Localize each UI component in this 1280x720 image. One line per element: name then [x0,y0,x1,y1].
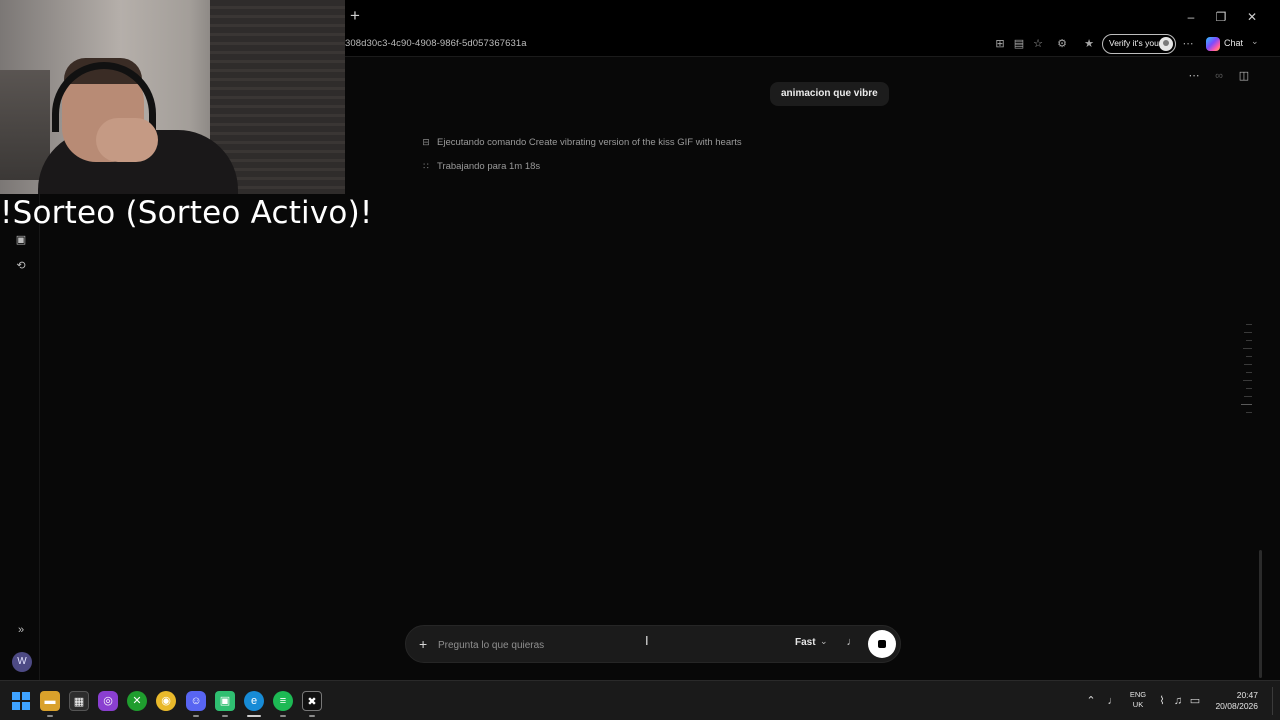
step-row: ⊟ Ejecutando comando Create vibrating ver… [421,137,742,151]
language-indicator[interactable]: ENG UK [1128,690,1148,710]
model-mode-selector[interactable]: Fast [795,637,816,648]
new-tab-button[interactable]: + [346,7,364,26]
close-button[interactable]: ✕ [1243,8,1261,26]
restore-button[interactable]: ❐ [1212,8,1230,26]
page-scrollbar[interactable] [1259,550,1262,678]
url-text[interactable]: 308d30c3-4c90-4908-986f-5d057367631a [345,38,527,49]
history-icon[interactable]: ⟲ [12,258,30,274]
clock-time: 20:47 [1236,690,1258,700]
chrome-icon[interactable]: ◉ [156,691,176,711]
windows-taskbar: ▬ ▦ ◎ ✕ ◉ ☺ ▣ e ≡ ✖ ⌃ ♩ ENG UK ⌇ ♫ ▭ 20:… [0,680,1280,720]
xbox-icon[interactable]: ✕ [127,691,147,711]
install-app-icon[interactable]: ⊞ [992,36,1008,52]
reading-view-icon[interactable]: ▤ [1011,36,1027,52]
toggle-panel-icon[interactable]: ◫ [1236,68,1252,84]
battery-icon[interactable]: ▭ [1188,693,1202,709]
user-message: animacion que vibre [770,82,889,106]
stop-icon [878,640,886,648]
favorite-star-icon[interactable]: ☆ [1030,36,1046,52]
stop-generation-button[interactable] [868,630,896,658]
chevron-down-icon[interactable]: ⌄ [820,636,828,647]
chevron-up-icon[interactable]: ⌃ [1084,693,1098,709]
webcam-feed [0,0,345,194]
step-row: ∷ Trabajando para 1m 18s [421,161,540,175]
microphone-icon[interactable]: ♩ [846,636,858,652]
edge-icon[interactable]: e [244,691,264,711]
chat-button[interactable]: Chat [1224,38,1243,48]
favorites-list-icon[interactable]: ★ [1081,36,1097,52]
more-menu-icon[interactable]: ⋯ [1180,36,1196,52]
volume-icon[interactable]: ♫ [1171,693,1185,709]
text-cursor-icon: I [645,633,649,648]
shelf [0,70,50,180]
step-text: Ejecutando comando Create vibrating vers… [437,137,742,148]
giveaway-overlay-text: !Sorteo (Sorteo Activo)! [0,195,373,231]
extensions-icon[interactable]: ⚙ [1054,36,1070,52]
show-desktop-button[interactable] [1272,687,1273,715]
verify-profile-button[interactable]: Verify it's you [1102,34,1176,54]
store-icon[interactable]: ▦ [69,691,89,711]
profile-avatar-icon [1159,37,1173,51]
share-link-icon[interactable]: ∞ [1211,68,1227,84]
capcut-icon[interactable]: ✖ [302,691,322,711]
lang-code: ENG [1129,690,1147,699]
working-icon: ∷ [423,161,429,171]
more-options-icon[interactable]: ⋯ [1186,68,1202,84]
divider [345,56,1280,57]
conversation-minimap[interactable] [1241,324,1253,414]
add-attachment-button[interactable]: + [419,635,427,653]
file-explorer-icon[interactable]: ▬ [40,691,60,711]
verify-label: Verify it's you [1109,38,1159,48]
step-text: Trabajando para 1m 18s [437,161,541,172]
start-button[interactable] [12,692,30,710]
microphone-tray-icon[interactable]: ♩ [1106,693,1120,709]
instagram-icon[interactable]: ◎ [98,691,118,711]
expand-sidebar-icon[interactable]: » [12,622,30,638]
discord-icon[interactable]: ☺ [186,691,206,711]
user-avatar[interactable]: W [12,652,32,672]
android-icon[interactable]: ▣ [215,691,235,711]
person-hand [96,118,158,162]
wifi-icon[interactable]: ⌇ [1155,693,1169,709]
spotify-icon[interactable]: ≡ [273,691,293,711]
chat-composer: + I Fast ⌄ ♩ [405,625,901,663]
chevron-down-icon[interactable]: ⌄ [1251,36,1259,47]
copilot-icon[interactable] [1206,37,1220,51]
prompt-input[interactable] [438,635,758,655]
system-clock[interactable]: 20:47 20/08/2026 [1208,690,1258,712]
clock-date: 20/08/2026 [1215,701,1258,711]
folder-icon[interactable]: ▣ [12,232,30,248]
lang-region: UK [1132,700,1144,709]
minimize-button[interactable]: – [1182,8,1200,26]
terminal-icon: ⊟ [422,137,430,147]
